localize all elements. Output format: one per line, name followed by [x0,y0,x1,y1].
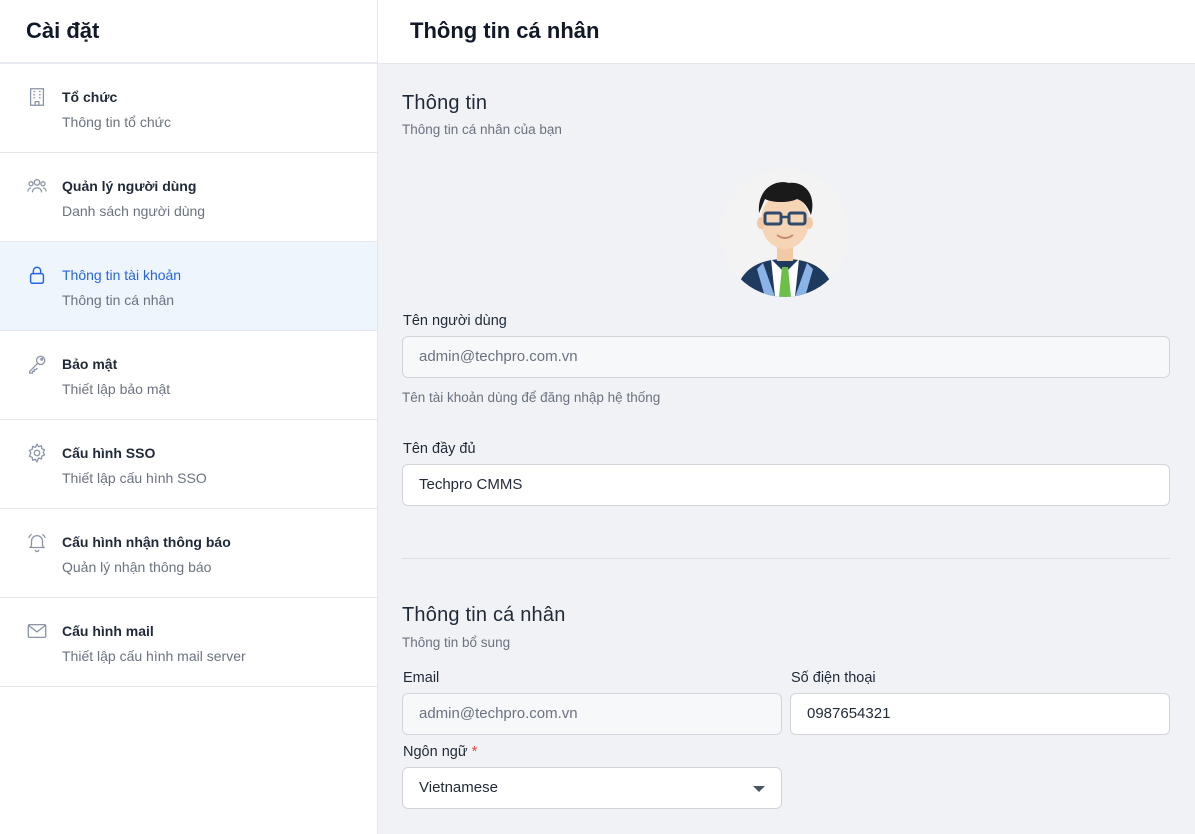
sidebar-item-label: Quản lý người dùng [62,178,197,194]
sidebar-item-label: Thông tin tài khoản [62,267,182,283]
language-label: Ngôn ngữ * [403,744,477,760]
gear-icon [26,442,48,464]
info-section-subtitle: Thông tin cá nhân của bạn [402,122,562,137]
fullname-field[interactable]: Techpro CMMS [402,464,1170,506]
sidebar-item-description: Quản lý nhận thông báo [62,559,212,575]
username-label: Tên người dùng [403,313,507,329]
section-divider [402,558,1170,559]
username-field[interactable]: admin@techpro.com.vn [402,336,1170,378]
info-section-title: Thông tin [402,92,488,114]
language-label-text: Ngôn ngữ [403,744,468,760]
avatar-illustration [721,169,849,297]
sidebar-item-label: Tổ chức [62,89,118,105]
sidebar-item-user-management[interactable]: Quản lý người dùng Danh sách người dùng [0,153,377,242]
email-field[interactable]: admin@techpro.com.vn [402,693,782,735]
users-icon [26,175,48,197]
sidebar-item-label: Cấu hình SSO [62,445,156,461]
sidebar-item-description: Thiết lập bảo mật [62,381,171,397]
personal-section-subtitle: Thông tin bổ sung [402,635,511,650]
sidebar-item-label: Cấu hình nhận thông báo [62,534,231,550]
settings-sidebar: Cài đặt Tổ chức Thông tin tổ chức Quản l… [0,0,378,834]
avatar[interactable] [721,169,849,297]
required-mark: * [471,744,478,760]
sidebar-item-sso[interactable]: Cấu hình SSO Thiết lập cấu hình SSO [0,420,377,509]
sidebar-item-description: Danh sách người dùng [62,203,206,219]
lock-icon [26,264,48,286]
phone-label: Số điện thoại [791,670,876,686]
sidebar-item-description: Thông tin cá nhân [62,292,175,308]
fullname-label: Tên đầy đủ [403,441,476,457]
sidebar-item-notifications[interactable]: Cấu hình nhận thông báo Quản lý nhận thô… [0,509,377,598]
email-label: Email [403,670,440,686]
building-icon [26,86,48,108]
account-info-panel: Thông tin Thông tin cá nhân của bạn Tên … [378,64,1195,834]
page-title: Thông tin cá nhân [410,18,600,43]
sidebar-item-account-info[interactable]: Thông tin tài khoản Thông tin cá nhân [0,242,377,331]
chevron-down-icon [753,786,765,792]
language-select-value: Vietnamese [419,779,498,796]
sidebar-header: Cài đặt [0,0,377,64]
sidebar-item-description: Thiết lập cấu hình mail server [62,648,246,664]
sidebar-item-mail[interactable]: Cấu hình mail Thiết lập cấu hình mail se… [0,598,377,687]
sidebar-item-label: Bảo mật [62,356,118,372]
sidebar-item-security[interactable]: Bảo mật Thiết lập bảo mật [0,331,377,420]
sidebar-item-label: Cấu hình mail [62,623,154,639]
sidebar-title: Cài đặt [26,18,100,43]
language-select[interactable]: Vietnamese [402,767,782,809]
username-helper-text: Tên tài khoản dùng để đăng nhập hệ thống [402,390,661,405]
sidebar-item-description: Thiết lập cấu hình SSO [62,470,207,486]
personal-section-title: Thông tin cá nhân [402,604,566,626]
bell-icon [26,531,48,553]
page-header: Thông tin cá nhân [378,0,1195,64]
key-icon [26,353,48,375]
sidebar-item-description: Thông tin tổ chức [62,114,171,130]
mail-icon [26,620,48,642]
phone-field[interactable]: 0987654321 [790,693,1170,735]
sidebar-item-organization[interactable]: Tổ chức Thông tin tổ chức [0,64,377,153]
